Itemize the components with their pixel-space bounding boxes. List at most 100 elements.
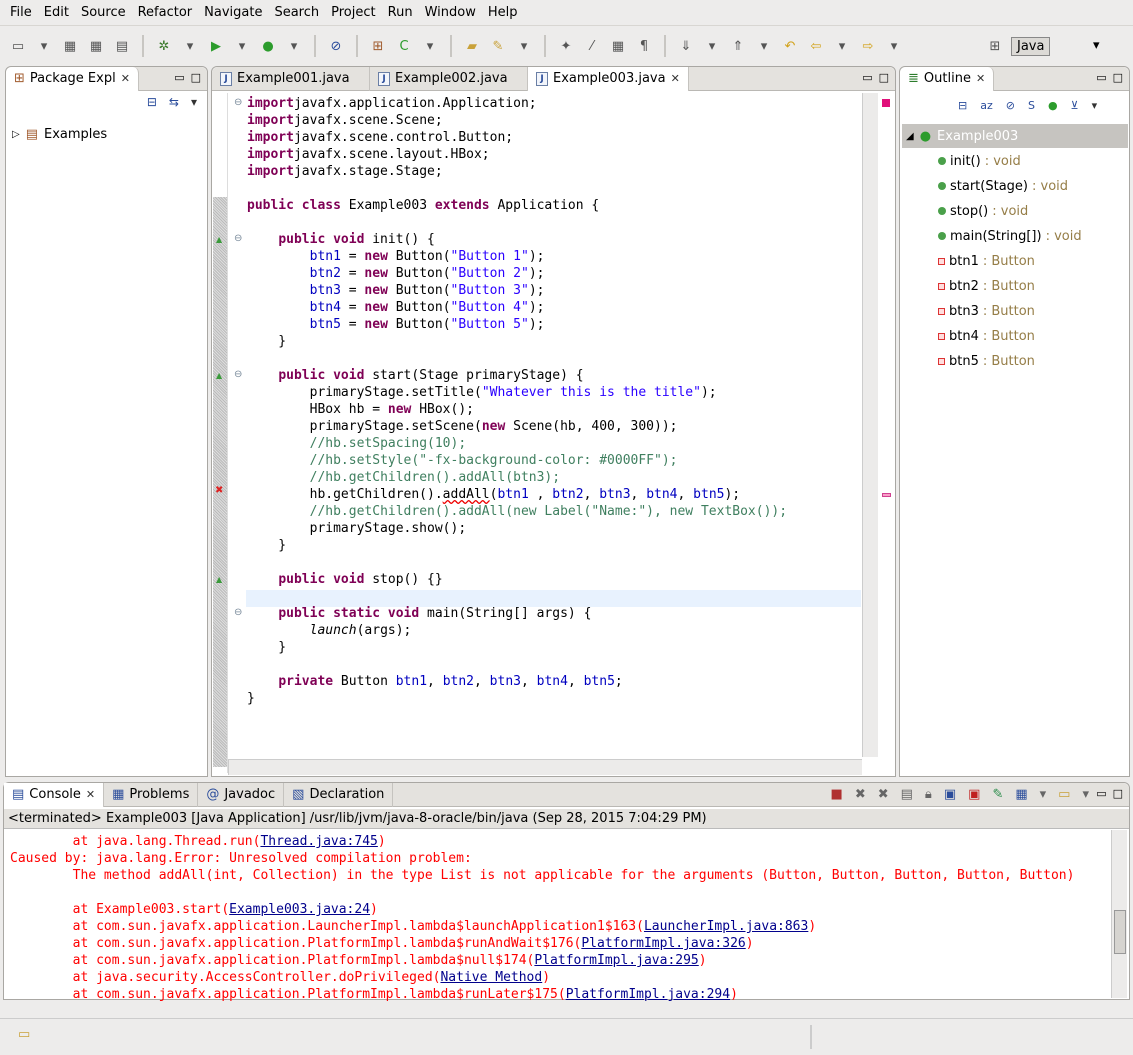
outline-item[interactable]: stop() : void (938, 200, 1028, 222)
menu-help[interactable]: Help (482, 5, 524, 20)
print-icon[interactable]: ▤ (112, 36, 132, 56)
menu-run[interactable]: Run (382, 5, 419, 20)
terminate-icon[interactable]: ■ (831, 787, 843, 802)
back-icon[interactable]: ⇦ (806, 36, 826, 56)
tab-outline[interactable]: ≣ Outline ✕ (900, 66, 995, 91)
new-class-icon[interactable]: C (394, 36, 414, 56)
dropdown-icon[interactable]: ▾ (34, 36, 54, 56)
skip-breakpoints-icon[interactable]: ⊘ (326, 36, 346, 56)
maximize-icon[interactable]: □ (191, 71, 201, 84)
view-menu-icon[interactable]: ▾ (191, 95, 197, 109)
new-package-icon[interactable]: ⊞ (368, 36, 388, 56)
show-on-stderr-icon[interactable]: ▣ (968, 787, 980, 802)
minimize-icon[interactable]: ▭ (174, 71, 184, 84)
collapse-icon[interactable]: ◢ (906, 131, 914, 142)
remove-launch-icon[interactable]: ✖ (855, 787, 866, 802)
sort-icon[interactable]: az (980, 99, 993, 112)
console-output[interactable]: at java.lang.Thread.run(Thread.java:745)… (10, 833, 1074, 1003)
fold-icon[interactable]: ⊖ (234, 369, 242, 380)
search-icon[interactable]: ✎ (488, 36, 508, 56)
dropdown-icon[interactable]: ▾ (180, 36, 200, 56)
expand-icon[interactable]: ▷ (12, 129, 20, 140)
view-menu-icon[interactable]: ▾ (1092, 99, 1098, 112)
outline-item[interactable]: btn2 : Button (938, 275, 1035, 297)
display-console-icon[interactable]: ▦ (1015, 787, 1027, 802)
chevron-down-icon[interactable]: ▾ (1093, 38, 1100, 53)
collapse-all-icon[interactable]: ⊟ (147, 95, 157, 109)
fold-icon[interactable]: ⊖ (234, 233, 242, 244)
open-console-icon[interactable]: ▭ (1058, 787, 1070, 802)
minimize-icon[interactable]: ▭ (1096, 71, 1106, 84)
outline-root[interactable]: ◢ ● Example003 (902, 124, 1128, 148)
stack-trace-link[interactable]: Thread.java:745 (260, 834, 377, 849)
fold-icon[interactable]: ⊖ (234, 607, 242, 618)
open-perspective-icon[interactable]: ⊞ (985, 36, 1005, 56)
menu-project[interactable]: Project (325, 5, 381, 20)
dropdown-icon[interactable]: ▾ (1040, 787, 1047, 802)
outline-item[interactable]: btn1 : Button (938, 250, 1035, 272)
show-whitespace-icon[interactable]: ¶ (634, 36, 654, 56)
save-icon[interactable]: ▦ (60, 36, 80, 56)
menu-edit[interactable]: Edit (38, 5, 75, 20)
dropdown-icon[interactable]: ▾ (232, 36, 252, 56)
outline-item[interactable]: btn5 : Button (938, 350, 1035, 372)
save-all-icon[interactable]: ▦ (86, 36, 106, 56)
show-on-stdout-icon[interactable]: ▣ (944, 787, 956, 802)
close-icon[interactable]: ✕ (86, 788, 95, 801)
tab-javadoc[interactable]: @ Javadoc (198, 782, 285, 807)
fold-icon[interactable]: ⊖ (234, 97, 242, 108)
close-icon[interactable]: ✕ (121, 72, 130, 85)
remove-all-launches-icon[interactable]: ✖ (878, 787, 889, 802)
error-overview-marker[interactable] (882, 493, 891, 497)
dropdown-icon[interactable]: ▾ (832, 36, 852, 56)
clear-console-icon[interactable]: ▤ (901, 787, 913, 802)
java-perspective-button[interactable]: Java (1011, 36, 1051, 56)
maximize-icon[interactable]: □ (879, 71, 889, 84)
outline-item[interactable]: btn4 : Button (938, 325, 1035, 347)
scroll-thumb[interactable] (1114, 910, 1126, 954)
stack-trace-link[interactable]: Example003.java:24 (229, 902, 370, 917)
tab-example002-java[interactable]: J Example002.java (370, 66, 528, 91)
scroll-lock-icon[interactable]: 🔒︎ (925, 787, 932, 802)
outline-item[interactable]: init() : void (938, 150, 1021, 172)
outline-item[interactable]: start(Stage) : void (938, 175, 1068, 197)
hide-fields-icon[interactable]: ⊘ (1006, 99, 1015, 112)
tab-console[interactable]: ▤ Console ✕ (4, 782, 105, 807)
run-icon[interactable]: ▶ (206, 36, 226, 56)
link-editor-icon[interactable]: ⇆ (169, 95, 179, 109)
error-marker-icon[interactable]: ✖ (215, 485, 223, 496)
stack-trace-link[interactable]: PlatformImpl.java:326 (581, 936, 745, 951)
dropdown-icon[interactable]: ▾ (420, 36, 440, 56)
horizontal-scrollbar[interactable] (228, 759, 862, 775)
menu-search[interactable]: Search (268, 5, 325, 20)
dropdown-icon[interactable]: ▾ (1082, 787, 1089, 802)
prev-annotation-icon[interactable]: ⇑ (728, 36, 748, 56)
pin-console-icon[interactable]: ✎ (992, 787, 1003, 802)
tab-problems[interactable]: ▦ Problems (104, 782, 199, 807)
toggle-mark-icon[interactable]: ✦ (556, 36, 576, 56)
tab-package-explorer[interactable]: ⊞ Package Expl ✕ (6, 66, 139, 91)
outline-item[interactable]: btn3 : Button (938, 300, 1035, 322)
next-annotation-icon[interactable]: ⇓ (676, 36, 696, 56)
new-icon[interactable]: ▭ (8, 36, 28, 56)
last-edit-icon[interactable]: ↶ (780, 36, 800, 56)
stack-trace-link[interactable]: Native Method (440, 970, 542, 985)
hide-static-icon[interactable]: S (1028, 99, 1035, 112)
vertical-scrollbar[interactable] (862, 93, 878, 757)
dropdown-icon[interactable]: ▾ (702, 36, 722, 56)
tab-example001-java[interactable]: J Example001.java (212, 66, 370, 91)
stack-trace-link[interactable]: PlatformImpl.java:294 (566, 987, 730, 1002)
stack-trace-link[interactable]: LauncherImpl.java:863 (644, 919, 808, 934)
error-overview-icon[interactable] (882, 99, 890, 107)
block-selection-icon[interactable]: ▦ (608, 36, 628, 56)
tree-item-examples[interactable]: ▷ ▤ Examples (12, 127, 107, 142)
maximize-icon[interactable]: □ (1113, 787, 1123, 800)
toggle-highlight-icon[interactable]: ⁄ (582, 36, 602, 56)
maximize-icon[interactable]: □ (1113, 71, 1123, 84)
dropdown-icon[interactable]: ▾ (514, 36, 534, 56)
menu-source[interactable]: Source (75, 5, 132, 20)
open-type-icon[interactable]: ▰ (462, 36, 482, 56)
dropdown-icon[interactable]: ▾ (754, 36, 774, 56)
tab-example003-java[interactable]: J Example003.java ✕ (528, 66, 689, 91)
forward-icon[interactable]: ⇨ (858, 36, 878, 56)
